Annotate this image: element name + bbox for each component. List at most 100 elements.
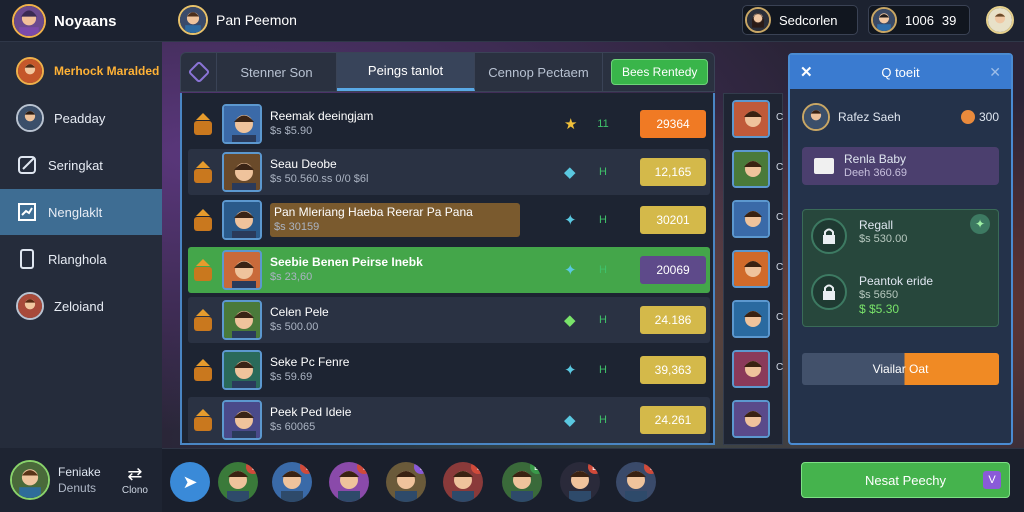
lock-icon [811,218,847,254]
brand-title: Noyaans [54,12,117,30]
lock2-title: Peantok eride [859,274,934,288]
side-avatar-icon[interactable] [732,250,770,288]
hero-portrait-icon [222,350,262,390]
currency-pill[interactable]: 1006 39 [868,5,970,35]
score-value: 24.186 [654,313,692,327]
chart-icon [16,201,38,223]
switch-button[interactable]: ⇄ Clono [122,464,148,496]
table-row[interactable]: Reemak deeingjam $s $5.90 ★ 11 29364 [188,101,710,147]
close-icon[interactable]: ✕ [800,63,813,81]
switch-label: Clono [121,485,148,496]
side-letter: C [776,162,784,173]
friend-avatar-icon[interactable]: Y [272,462,312,502]
sidebar-item-2[interactable]: Seringkat [0,142,162,188]
share-icon[interactable]: ✦ [970,214,990,234]
score-badge[interactable]: 30201 [640,206,706,234]
panel-user[interactable]: Rafez Saeh 300 [790,89,1011,131]
table-row[interactable]: Celen Pele $s 500.00 ◆ H 24.186 [188,297,710,343]
row-tag: H [599,166,607,178]
side-avatar-icon[interactable] [732,300,770,338]
back-button[interactable] [181,53,217,91]
currency-value: 1006 [905,12,934,28]
friend-avatar-icon[interactable]: Y [386,462,426,502]
table-row[interactable]: Pan Mleriang Haeba Reerar Pa Pana $s 3015… [188,197,710,243]
score-badge[interactable]: 39,363 [640,356,706,384]
row-name: Reemak deeingjam [270,109,374,123]
score-badge[interactable]: 20069 [640,256,706,284]
row-tag: H [599,314,607,326]
profile-pill[interactable]: Sedcorlen [742,5,858,35]
row-tag: 11 [597,118,609,130]
paper-plane-icon: ➤ [182,471,198,492]
rank-up-icon [188,209,218,231]
sidebar-item-label: Peadday [54,110,106,126]
next-button[interactable]: Nesat Peechy V [801,462,1010,498]
sidebar-item-3[interactable]: Nenglaklt [0,189,162,235]
notification-badge: Y [471,462,483,474]
lock1-title: Regall [859,218,894,232]
tab-0[interactable]: Stenner Son [217,53,337,91]
tab-1[interactable]: Peings tanlot [337,53,475,91]
side-avatar-icon[interactable] [732,100,770,138]
settings-avatar-icon[interactable] [986,6,1014,34]
score-badge[interactable]: 29364 [640,110,706,138]
tab-2[interactable]: Cennop Pectaem [475,53,603,91]
tabs-action-button[interactable]: Bees Rentedy [611,59,709,85]
panel-avatar-icon [802,103,830,131]
chest-icon [814,158,834,174]
tab-label: Stenner Son [240,64,313,80]
notification-badge: B [588,462,600,474]
user-avatar-icon [178,5,208,35]
lock-icon [811,274,847,310]
score-value: 30201 [656,213,690,227]
pill-label: Sedcorlen [779,12,838,28]
sidebar-item-1[interactable]: Peadday [0,95,162,141]
table-row[interactable]: Seebie Benen Peirse Inebk $s 23,60 ✦ H 20069 [188,247,710,293]
top-user[interactable]: Pan Peemon [178,5,297,35]
rank-up-icon [188,161,218,183]
sidebar-item-4[interactable]: Rlanghola [0,236,162,282]
score-badge[interactable]: 24.261 [640,406,706,434]
friend-avatar-icon[interactable]: Y [616,462,656,502]
friend-avatar-icon[interactable]: B [502,462,542,502]
table-row[interactable]: Peek Ped Ideie $s 60065 ◆ H 24.261 [188,397,710,443]
row-tag: H [599,414,607,426]
panel-action-button[interactable]: Viailar Oat [802,353,999,385]
hero-portrait-icon [222,152,262,192]
side-avatar-icon[interactable] [732,350,770,388]
table-row[interactable]: Seke Pc Fenre $s 59.69 ✦ H 39,363 [188,347,710,393]
badge-icon: V [983,471,1001,489]
row-name: Seau Deobe [270,157,337,171]
top-user-name: Pan Peemon [216,12,297,28]
rank-up-icon [188,113,218,135]
friend-avatar-icon[interactable]: Y [443,462,483,502]
side-avatar-icon[interactable] [732,150,770,188]
hero-portrait-icon [222,200,262,240]
back-icon [187,60,210,84]
table-row[interactable]: Seau Deobe $s 50.560.ss 0/0 $6l ◆ H 12,165 [188,149,710,195]
hero-portrait-icon [222,104,262,144]
avatar-icon [16,292,44,320]
sidebar-item-0[interactable]: Merhock Maralded [0,48,162,94]
score-badge[interactable]: 24.186 [640,306,706,334]
share-button[interactable]: ➤ [170,462,210,502]
avatar-icon [16,57,44,85]
row-sub: $s 60065 [270,421,316,433]
player-footer[interactable]: Feniake Denuts ⇄ Clono [0,448,162,512]
side-avatar-icon[interactable] [732,400,770,438]
panel-title: Q toeit [881,64,920,80]
side-letter: C [776,312,784,323]
score-value: 29364 [656,117,690,131]
brand[interactable]: Noyaans [12,4,117,38]
sidebar-item-label: Rlanghola [48,251,107,267]
friend-avatar-icon[interactable]: Y [329,462,369,502]
score-badge[interactable]: 12,165 [640,158,706,186]
side-avatar-icon[interactable] [732,200,770,238]
friend-avatar-icon[interactable]: Y [218,462,258,502]
dismiss-icon[interactable]: ✕ [989,64,1001,81]
pill-avatar-icon [745,7,771,33]
rank-up-icon [188,359,218,381]
item-card[interactable]: Renla Baby Deeh 360.69 [802,147,999,185]
sidebar-item-5[interactable]: Zeloiand [0,283,162,329]
friend-avatar-icon[interactable]: B [560,462,600,502]
